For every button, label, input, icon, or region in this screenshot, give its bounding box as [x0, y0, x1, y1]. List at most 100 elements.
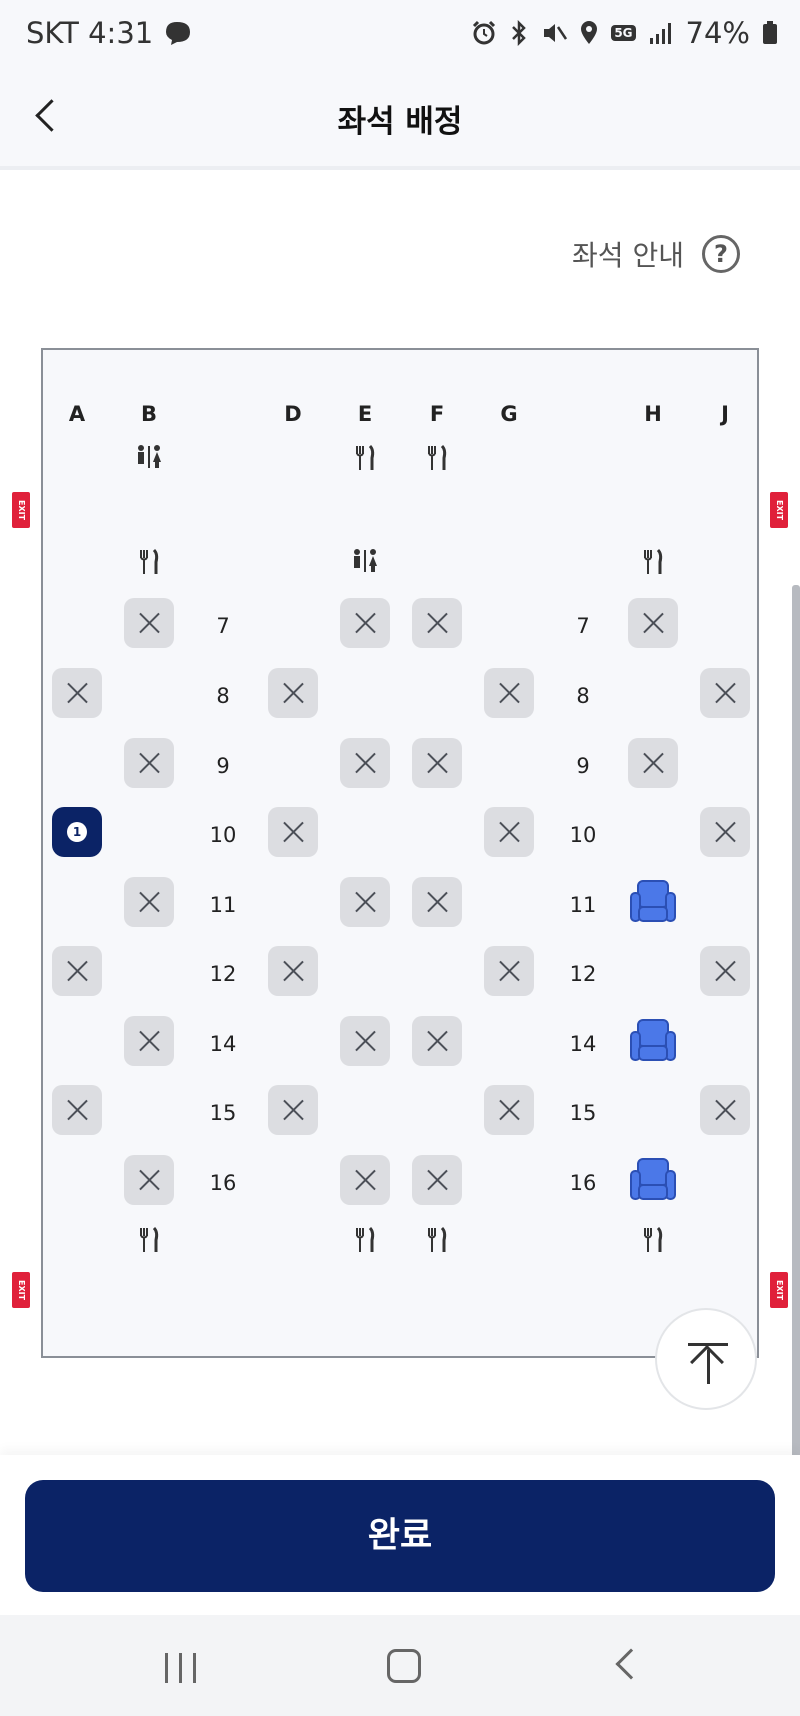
seat-11e-unavailable[interactable]	[340, 877, 390, 927]
battery-percent: 74%	[685, 16, 750, 50]
passenger-badge: 1	[67, 822, 87, 842]
seat-icon	[630, 1019, 676, 1061]
row-label-9: 9	[576, 754, 590, 778]
galley-icon	[129, 1226, 169, 1256]
galley-icon	[345, 1226, 385, 1256]
seat-10g-unavailable[interactable]	[484, 807, 534, 857]
galley-icon	[417, 444, 457, 474]
row-label-11: 11	[209, 893, 237, 917]
header: 좌석 배정	[0, 66, 800, 170]
galley-icon	[633, 1226, 673, 1256]
restroom-icon	[345, 548, 385, 578]
seat-icon	[630, 1158, 676, 1200]
row-label-8: 8	[576, 684, 590, 708]
seat-14b-unavailable[interactable]	[124, 1016, 174, 1066]
seat-7h-unavailable[interactable]	[628, 598, 678, 648]
seat-12g-unavailable[interactable]	[484, 946, 534, 996]
seat-guide-label: 좌석 안내	[572, 239, 684, 272]
seat-7b-unavailable[interactable]	[124, 598, 174, 648]
row-label-11: 11	[569, 893, 597, 917]
seat-11b-unavailable[interactable]	[124, 877, 174, 927]
location-icon	[581, 21, 598, 44]
column-label-f: F	[429, 402, 445, 426]
status-bar: SKT 4:31 5G 74%	[0, 0, 800, 66]
system-back-button[interactable]	[615, 1648, 647, 1680]
seat-15a-unavailable[interactable]	[52, 1085, 102, 1135]
seat-7f-unavailable[interactable]	[412, 598, 462, 648]
bluetooth-icon	[512, 20, 527, 46]
seat-12a-unavailable[interactable]	[52, 946, 102, 996]
seat-9b-unavailable[interactable]	[124, 738, 174, 788]
row-label-16: 16	[569, 1171, 597, 1195]
seat-9h-unavailable[interactable]	[628, 738, 678, 788]
network-badge: 5G	[611, 25, 636, 41]
seat-11f-unavailable[interactable]	[412, 877, 462, 927]
row-label-15: 15	[569, 1101, 597, 1125]
seat-8g-unavailable[interactable]	[484, 668, 534, 718]
row-label-14: 14	[209, 1032, 237, 1056]
status-left: SKT 4:31	[26, 16, 193, 50]
home-button[interactable]	[387, 1649, 421, 1683]
row-label-10: 10	[209, 823, 237, 847]
galley-icon	[129, 548, 169, 578]
seat-map: A B D E F G H J 7 7 8 8 9 9 10 10 11 11 …	[41, 348, 759, 1358]
seat-16e-unavailable[interactable]	[340, 1155, 390, 1205]
seat-12d-unavailable[interactable]	[268, 946, 318, 996]
seat-9e-unavailable[interactable]	[340, 738, 390, 788]
seat-9f-unavailable[interactable]	[412, 738, 462, 788]
done-button[interactable]: 완료	[25, 1480, 775, 1592]
exit-marker-right-rear: EXIT	[770, 1272, 788, 1308]
exit-marker-right-front: EXIT	[770, 492, 788, 528]
seat-16h-available[interactable]	[628, 1155, 678, 1205]
seat-11h-available[interactable]	[628, 877, 678, 927]
column-label-a: A	[68, 402, 86, 426]
row-label-16: 16	[209, 1171, 237, 1195]
exit-marker-left-rear: EXIT	[12, 1272, 30, 1308]
scroll-to-top-button[interactable]	[655, 1308, 757, 1410]
seat-12j-unavailable[interactable]	[700, 946, 750, 996]
seat-16b-unavailable[interactable]	[124, 1155, 174, 1205]
recent-apps-button[interactable]	[163, 1653, 199, 1683]
seat-icon	[630, 880, 676, 922]
column-label-h: H	[644, 402, 662, 426]
alarm-icon	[473, 20, 496, 45]
row-label-12: 12	[569, 962, 597, 986]
status-right: 5G 74%	[471, 16, 778, 50]
exit-marker-left-front: EXIT	[12, 492, 30, 528]
row-label-8: 8	[216, 684, 230, 708]
column-label-j: J	[721, 402, 729, 426]
scrollbar[interactable]	[792, 585, 800, 1515]
messenger-icon	[166, 22, 191, 45]
page-title: 좌석 배정	[337, 104, 463, 140]
mute-icon	[544, 24, 568, 42]
seat-8j-unavailable[interactable]	[700, 668, 750, 718]
seat-16f-unavailable[interactable]	[412, 1155, 462, 1205]
seat-15d-unavailable[interactable]	[268, 1085, 318, 1135]
row-label-10: 10	[569, 823, 597, 847]
seat-10d-unavailable[interactable]	[268, 807, 318, 857]
seat-guide-link[interactable]: 좌석 안내 ?	[572, 234, 740, 274]
seat-7e-unavailable[interactable]	[340, 598, 390, 648]
seat-14f-unavailable[interactable]	[412, 1016, 462, 1066]
seat-10j-unavailable[interactable]	[700, 807, 750, 857]
seat-14e-unavailable[interactable]	[340, 1016, 390, 1066]
bottom-action-bar: 완료	[0, 1455, 800, 1615]
restroom-icon	[129, 444, 169, 474]
seat-10a-selected[interactable]: 1	[52, 807, 102, 857]
row-label-15: 15	[209, 1101, 237, 1125]
seat-14h-available[interactable]	[628, 1016, 678, 1066]
carrier-time: SKT 4:31	[26, 16, 154, 50]
seat-8a-unavailable[interactable]	[52, 668, 102, 718]
seat-8d-unavailable[interactable]	[268, 668, 318, 718]
column-label-b: B	[140, 402, 157, 426]
question-circle-icon: ?	[702, 235, 740, 273]
row-label-12: 12	[209, 962, 237, 986]
seat-15g-unavailable[interactable]	[484, 1085, 534, 1135]
seat-15j-unavailable[interactable]	[700, 1085, 750, 1135]
galley-icon	[633, 548, 673, 578]
row-label-14: 14	[569, 1032, 597, 1056]
row-label-7: 7	[576, 614, 590, 638]
column-label-d: D	[284, 402, 302, 426]
galley-icon	[417, 1226, 457, 1256]
row-label-9: 9	[216, 754, 230, 778]
